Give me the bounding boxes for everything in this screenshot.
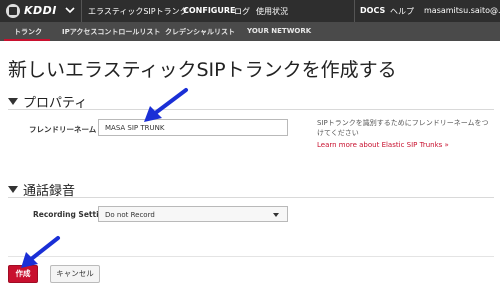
nav-logs[interactable]: ログ bbox=[234, 6, 250, 17]
user-account-menu[interactable]: masamitsu.saito@... bbox=[424, 6, 500, 15]
kddi-logo-icon[interactable] bbox=[6, 4, 20, 18]
form-footer-divider bbox=[8, 256, 494, 257]
nav-divider bbox=[354, 0, 355, 22]
chevron-down-icon[interactable] bbox=[63, 3, 77, 17]
tab-ip-access-control-lists[interactable]: IPアクセスコントロールリスト bbox=[62, 27, 160, 37]
nav-usage[interactable]: 使用状況 bbox=[256, 6, 288, 17]
tab-your-network[interactable]: YOUR NETWORK bbox=[247, 27, 311, 35]
nav-elastic-sip-trunk[interactable]: エラスティックSIPトランク bbox=[88, 6, 188, 17]
caret-down-icon bbox=[273, 213, 279, 217]
select-value: Do not Record bbox=[105, 211, 155, 219]
friendly-name-help-text: SIPトランクを識別するためにフレンドリーネームをつけてください bbox=[317, 119, 489, 137]
logo-text[interactable]: KDDI bbox=[24, 4, 57, 17]
nav-docs[interactable]: DOCS bbox=[360, 6, 385, 15]
tab-credential-lists[interactable]: クレデンシャルリスト bbox=[165, 27, 235, 37]
recording-setting-select[interactable]: Do not Record bbox=[98, 206, 288, 222]
friendly-name-label: フレンドリーネーム bbox=[29, 125, 97, 134]
top-nav: KDDI エラスティックSIPトランク CONFIGURE ログ 使用状況 DO… bbox=[0, 0, 500, 22]
collapse-triangle-icon bbox=[8, 98, 18, 105]
section-divider bbox=[8, 197, 494, 198]
collapse-triangle-icon bbox=[8, 186, 18, 193]
active-tab-indicator bbox=[4, 39, 50, 41]
nav-divider bbox=[81, 0, 82, 22]
learn-more-link[interactable]: Learn more about Elastic SIP Trunks » bbox=[317, 141, 449, 149]
tab-trunks[interactable]: トランク bbox=[14, 27, 42, 37]
annotation-arrow-icon bbox=[144, 88, 188, 122]
sub-nav: トランク IPアクセスコントロールリスト クレデンシャルリスト YOUR NET… bbox=[0, 22, 500, 41]
page-title: 新しいエラスティックSIPトランクを作成する bbox=[8, 59, 397, 81]
nav-configure[interactable]: CONFIGURE bbox=[183, 6, 236, 15]
annotation-arrow-icon bbox=[21, 236, 60, 268]
nav-help[interactable]: ヘルプ bbox=[390, 6, 414, 17]
friendly-name-input[interactable] bbox=[98, 119, 288, 136]
section-divider bbox=[8, 109, 494, 110]
